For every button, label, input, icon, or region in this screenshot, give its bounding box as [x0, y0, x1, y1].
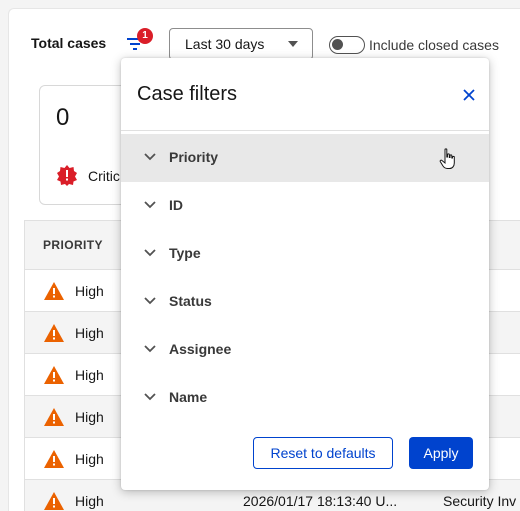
- filter-accordion-label: Type: [169, 245, 201, 261]
- reset-to-defaults-button[interactable]: Reset to defaults: [253, 437, 393, 469]
- close-button[interactable]: [459, 85, 479, 105]
- total-cases-title: Total cases: [31, 35, 107, 51]
- warning-triangle-icon: [44, 366, 64, 384]
- chevron-down-icon: [144, 201, 156, 209]
- filter-count-badge: 1: [137, 28, 153, 44]
- priority-cell: High: [75, 283, 104, 299]
- filter-accordion-label: ID: [169, 197, 183, 213]
- type-cell: Security Inv: [443, 493, 517, 509]
- filter-accordion-label: Status: [169, 293, 212, 309]
- filter-accordion-label: Priority: [169, 149, 219, 165]
- toggle-knob: [332, 39, 343, 50]
- filter-accordion-name[interactable]: Name: [121, 374, 489, 422]
- warning-triangle-icon: [44, 282, 64, 300]
- case-filters-modal: Case filters Priority ID Type Status Assigne…: [121, 58, 489, 490]
- filter-accordion-label: Assignee: [169, 341, 232, 357]
- filter-accordion-type[interactable]: Type: [121, 230, 489, 278]
- chevron-down-icon: [144, 153, 156, 161]
- filter-accordion-status[interactable]: Status: [121, 278, 489, 326]
- modal-title: Case filters: [137, 83, 238, 105]
- filter-accordion-id[interactable]: ID: [121, 182, 489, 230]
- warning-triangle-icon: [44, 492, 64, 510]
- date-cell: 2026/01/17 18:13:40 U...: [243, 493, 398, 509]
- warning-triangle-icon: [44, 450, 64, 468]
- chevron-down-icon: [144, 297, 156, 305]
- filter-accordion-priority[interactable]: Priority: [121, 134, 489, 182]
- modal-divider: [121, 130, 489, 131]
- chevron-down-icon: [288, 41, 298, 47]
- priority-cell: High: [75, 451, 104, 467]
- priority-cell: High: [75, 409, 104, 425]
- date-range-dropdown[interactable]: Last 30 days: [169, 28, 313, 60]
- priority-cell: High: [75, 493, 104, 509]
- chevron-down-icon: [144, 249, 156, 257]
- priority-cell: High: [75, 325, 104, 341]
- summary-count: 0: [56, 104, 70, 131]
- apply-button[interactable]: Apply: [409, 437, 473, 469]
- pointer-hand-icon: [439, 148, 455, 169]
- include-closed-toggle[interactable]: [329, 36, 365, 54]
- close-icon: [463, 89, 475, 101]
- warning-triangle-icon: [44, 408, 64, 426]
- critical-label: Critic: [88, 168, 120, 184]
- date-range-value: Last 30 days: [185, 36, 265, 52]
- priority-column-header[interactable]: PRIORITY: [43, 238, 103, 252]
- include-closed-label: Include closed cases: [369, 37, 499, 53]
- critical-icon: [57, 165, 77, 186]
- chevron-down-icon: [144, 345, 156, 353]
- priority-cell: High: [75, 367, 104, 383]
- filter-accordion-label: Name: [169, 389, 208, 405]
- filter-accordion-assignee[interactable]: Assignee: [121, 326, 489, 374]
- warning-triangle-icon: [44, 324, 64, 342]
- chevron-down-icon: [144, 393, 156, 401]
